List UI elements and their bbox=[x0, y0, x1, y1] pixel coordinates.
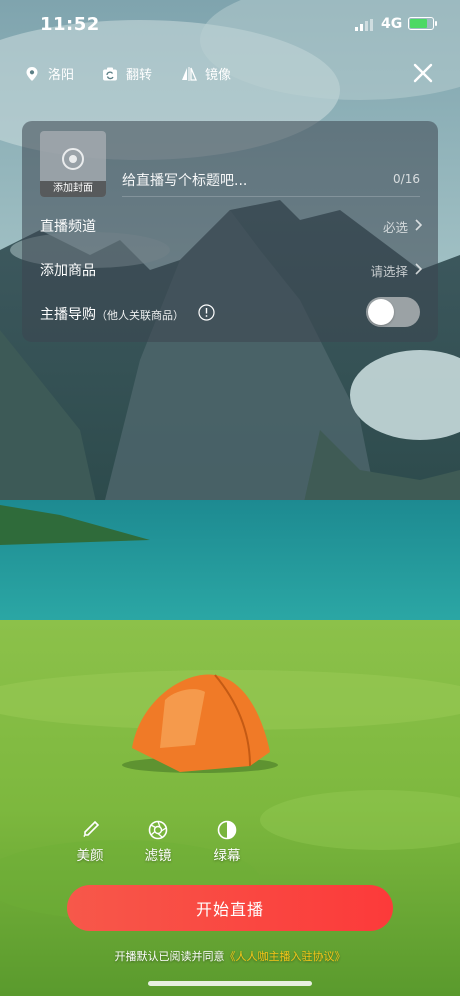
add-cover-label: 添加封面 bbox=[40, 181, 106, 197]
host-guide-row: 主播导购（他人关联商品） bbox=[22, 297, 438, 328]
close-icon[interactable] bbox=[412, 62, 434, 84]
live-channel-value: 必选 bbox=[382, 220, 408, 235]
mirror-label: 镜像 bbox=[205, 68, 232, 83]
agreement-link[interactable]: 《人人咖主播入驻协议》 bbox=[225, 950, 346, 963]
green-screen-label: 绿幕 bbox=[213, 848, 241, 864]
filter-aperture-icon bbox=[148, 820, 168, 840]
add-cover-button[interactable]: 添加封面 bbox=[40, 131, 106, 197]
green-screen-icon bbox=[217, 820, 237, 840]
live-settings-panel: 添加封面 0/16 直播频道 必选 添加商品 请选择 主播导购（他人关联商品） bbox=[22, 121, 438, 342]
title-char-counter: 0/16 bbox=[393, 172, 420, 186]
location-button[interactable]: 洛阳 bbox=[24, 64, 74, 83]
live-title-input[interactable] bbox=[122, 171, 322, 191]
live-channel-label: 直播频道 bbox=[40, 219, 96, 235]
host-guide-sublabel: （他人关联商品） bbox=[96, 309, 184, 322]
home-indicator bbox=[148, 981, 312, 986]
mirror-icon bbox=[182, 66, 197, 81]
green-screen-button[interactable]: 绿幕 bbox=[202, 820, 252, 868]
agreement-prefix: 开播默认已阅读并同意 bbox=[114, 950, 225, 963]
chevron-right-icon bbox=[415, 219, 422, 231]
location-label: 洛阳 bbox=[48, 68, 75, 83]
beauty-label: 美颜 bbox=[76, 848, 104, 864]
info-icon[interactable] bbox=[198, 304, 215, 321]
divider bbox=[122, 196, 420, 197]
filter-button[interactable]: 滤镜 bbox=[133, 820, 183, 868]
camera-flip-icon bbox=[103, 67, 117, 80]
add-goods-label: 添加商品 bbox=[40, 263, 96, 279]
flip-label: 翻转 bbox=[126, 68, 153, 83]
battery-icon bbox=[408, 17, 437, 30]
flip-camera-button[interactable]: 翻转 bbox=[102, 64, 152, 83]
mirror-button[interactable]: 镜像 bbox=[181, 64, 231, 83]
live-channel-row[interactable]: 直播频道 必选 bbox=[22, 210, 438, 240]
chevron-right-icon bbox=[415, 263, 422, 275]
host-guide-toggle[interactable] bbox=[366, 297, 420, 327]
location-pin-icon bbox=[26, 66, 38, 81]
beauty-button[interactable]: 美颜 bbox=[65, 820, 115, 868]
add-goods-value: 请选择 bbox=[370, 264, 408, 279]
live-setup-screen: 11:52 4G 洛阳 翻转 镜像 添加封面 给直播写个标题吧... 0/16 … bbox=[0, 0, 460, 996]
status-bar: 11:52 4G bbox=[0, 0, 460, 50]
camera-icon bbox=[62, 148, 84, 170]
host-guide-label: 主播导购（他人关联商品） bbox=[40, 307, 184, 323]
cellular-signal-icon bbox=[355, 19, 373, 31]
network-type: 4G bbox=[381, 16, 403, 32]
agreement-text: 开播默认已阅读并同意《人人咖主播入驻协议》 bbox=[0, 948, 460, 964]
start-live-button[interactable]: 开始直播 bbox=[67, 885, 393, 931]
top-toolbar: 洛阳 翻转 镜像 bbox=[0, 60, 460, 88]
beauty-brush-icon bbox=[83, 820, 100, 837]
filter-label: 滤镜 bbox=[144, 848, 172, 864]
toggle-knob bbox=[368, 299, 394, 325]
add-goods-row[interactable]: 添加商品 请选择 bbox=[22, 254, 438, 284]
status-time: 11:52 bbox=[40, 14, 100, 35]
